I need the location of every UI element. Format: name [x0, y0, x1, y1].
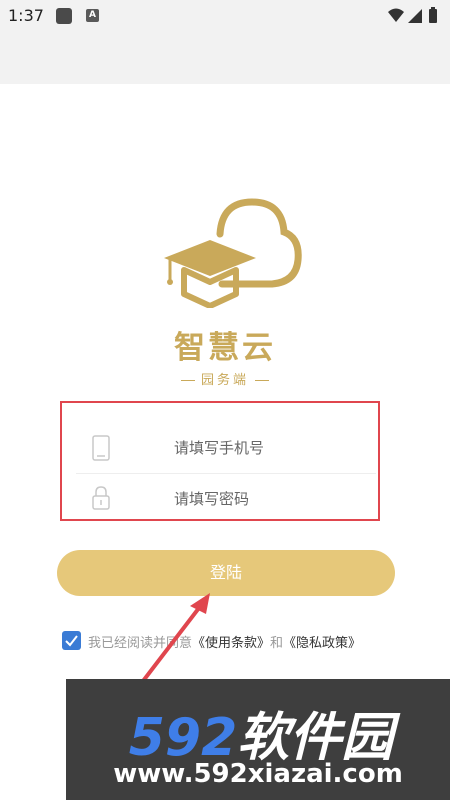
logo-icon [160, 198, 302, 309]
status-time: 1:37 [8, 6, 44, 25]
agreement-checkbox[interactable] [62, 631, 81, 650]
login-form: 请填写手机号 请填写密码 [60, 401, 380, 521]
phone-field[interactable]: 请填写手机号 [76, 423, 376, 473]
terms-link[interactable]: 《使用条款》 [192, 636, 270, 651]
lock-icon [92, 486, 110, 514]
divider [255, 380, 269, 381]
signal-icon [408, 9, 422, 23]
checkmark-icon [65, 635, 78, 647]
password-field[interactable]: 请填写密码 [76, 473, 376, 524]
app-title: 智慧云 [174, 330, 276, 366]
watermark-url: www.592xiazai.com [113, 759, 403, 789]
wifi-icon [388, 8, 404, 22]
notification-a-icon: A [86, 9, 99, 22]
agreement-and: 和 [270, 636, 284, 651]
phone-placeholder: 请填写手机号 [174, 439, 265, 457]
privacy-link[interactable]: 《隐私政策》 [283, 636, 361, 651]
phone-icon [92, 435, 110, 465]
app-subtitle-text: 园务端 [200, 373, 249, 388]
status-bar: 1:37 A [0, 0, 450, 32]
password-placeholder: 请填写密码 [174, 490, 250, 508]
login-button[interactable]: 登陆 [57, 550, 395, 596]
app-bar [0, 32, 450, 84]
app-subtitle: 园务端 [0, 369, 450, 388]
status-icons [388, 7, 440, 29]
divider [180, 380, 195, 381]
agreement-prefix: 我已经阅读并同意 [88, 636, 193, 651]
agreement-text: 我已经阅读并同意《使用条款》和《隐私政策》 [88, 632, 361, 651]
watermark: 592软件园 www.592xiazai.com [66, 679, 450, 800]
battery-icon [429, 7, 437, 23]
notification-app-icon [56, 8, 72, 24]
